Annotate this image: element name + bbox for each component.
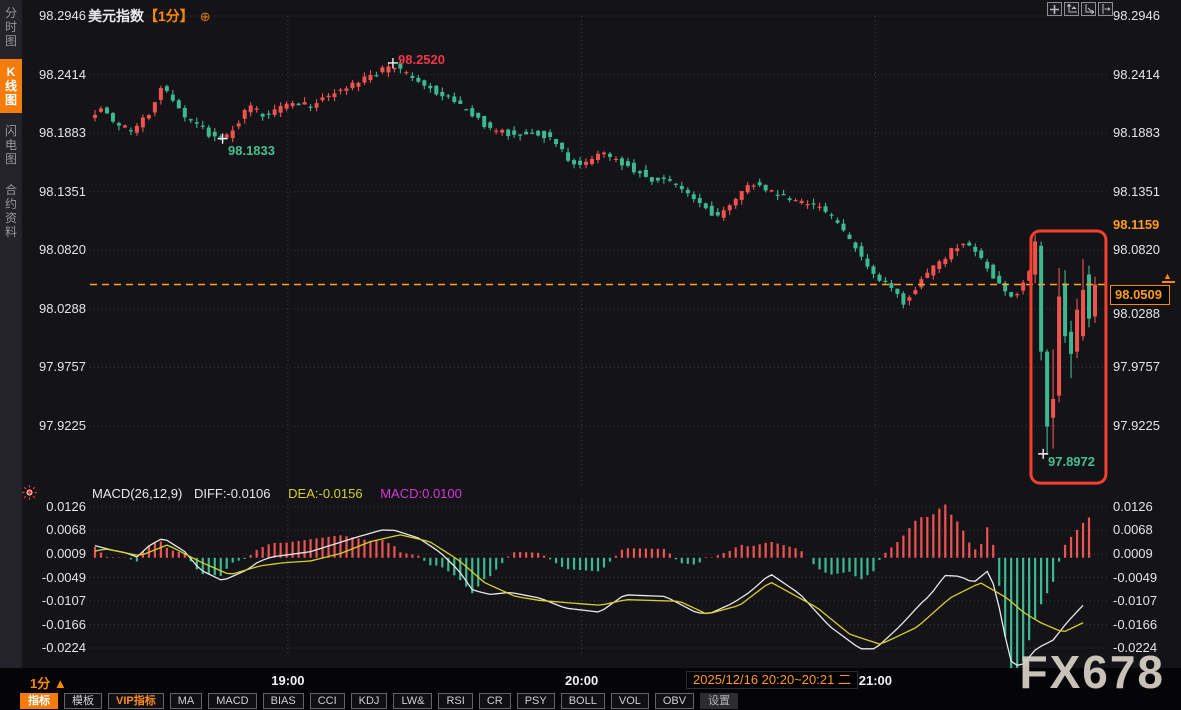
pane-resize-icon[interactable] bbox=[1098, 2, 1113, 16]
toolbar-button-7[interactable]: CCI bbox=[310, 693, 345, 709]
trading-app-window: 分时图 K线图 闪电图 合约资料 美元指数【1分】 ⊕ 98.1159 98.0… bbox=[0, 0, 1181, 710]
macd-axis-label-right: -0.0107 bbox=[1113, 593, 1177, 608]
x-axis-label: 21:00 bbox=[840, 673, 910, 688]
toolbar-button-6[interactable]: BIAS bbox=[263, 693, 304, 709]
macd-axis-label-left: -0.0166 bbox=[28, 617, 86, 632]
y-axis-label-left: 98.0820 bbox=[28, 242, 86, 257]
axis-scale-right-icon[interactable] bbox=[1081, 2, 1096, 16]
sidebar-item-flash-chart[interactable]: 闪电图 bbox=[0, 118, 22, 172]
y-axis-label-left: 98.1883 bbox=[28, 125, 86, 140]
toolbar-button-2[interactable]: 模板 bbox=[64, 693, 102, 709]
y-axis-label-right: 97.9225 bbox=[1113, 418, 1177, 433]
y-axis-label-right: 98.0820 bbox=[1113, 242, 1177, 257]
y-axis-label-left: 97.9757 bbox=[28, 359, 86, 374]
macd-axis-label-right: 0.0009 bbox=[1113, 546, 1177, 561]
toolbar-button-4[interactable]: MA bbox=[170, 693, 203, 709]
macd-axis-label-left: -0.0049 bbox=[28, 570, 86, 585]
y-axis-label-left: 98.0288 bbox=[28, 301, 86, 316]
toolbar-button-16[interactable]: 设置 bbox=[700, 693, 738, 709]
axis-scale-left-icon[interactable] bbox=[1064, 2, 1079, 16]
crosshair-icon[interactable] bbox=[1047, 2, 1062, 16]
toolbar-button-12[interactable]: PSY bbox=[517, 693, 555, 709]
y-axis-label-right: 97.9757 bbox=[1113, 359, 1177, 374]
sidebar-item-timeline-chart[interactable]: 分时图 bbox=[0, 0, 22, 54]
x-axis-row: 1分 ▲ 2025/12/16 20:20~20:21 二 19:00 20:00… bbox=[0, 668, 1181, 692]
y-axis-label-right: 98.2946 bbox=[1113, 8, 1177, 23]
sidebar-item-kline-chart[interactable]: K线图 bbox=[0, 59, 22, 113]
high-price-annotation: 98.2520 bbox=[398, 52, 445, 67]
interval-arrow-icon: ▲ bbox=[54, 676, 67, 691]
y-axis-label-left: 98.2946 bbox=[28, 8, 86, 23]
y-axis-label-right: 98.1883 bbox=[1113, 125, 1177, 140]
extreme-cross-marker bbox=[388, 58, 398, 68]
toolbar-button-15[interactable]: OBV bbox=[655, 693, 694, 709]
macd-axis-label-left: 0.0126 bbox=[28, 499, 86, 514]
macd-axis-label-right: 0.0126 bbox=[1113, 499, 1177, 514]
time-range-badge: 2025/12/16 20:20~20:21 二 bbox=[686, 671, 858, 689]
toolbar-button-10[interactable]: RSI bbox=[438, 693, 472, 709]
chart-canvas[interactable] bbox=[0, 0, 1181, 710]
toolbar-button-3[interactable]: VIP指标 bbox=[108, 693, 164, 709]
toolbar-button-1[interactable]: 指标 bbox=[20, 693, 58, 709]
macd-axis-label-right: -0.0224 bbox=[1113, 640, 1177, 655]
y-axis-label-right: 98.2414 bbox=[1113, 67, 1177, 82]
chart-tool-icons bbox=[1047, 2, 1113, 16]
macd-axis-label-right: 0.0068 bbox=[1113, 522, 1177, 537]
toolbar-button-13[interactable]: BOLL bbox=[561, 693, 605, 709]
macd-histogram-layer bbox=[95, 505, 1089, 677]
y-axis-label-left: 97.9225 bbox=[28, 418, 86, 433]
macd-axis-label-left: -0.0224 bbox=[28, 640, 86, 655]
macd-lines-layer bbox=[95, 530, 1083, 665]
macd-axis-label-left: -0.0107 bbox=[28, 593, 86, 608]
toolbar-button-9[interactable]: LW& bbox=[393, 693, 432, 709]
sidebar-item-contract-info[interactable]: 合约资料 bbox=[0, 177, 22, 245]
interval-indicator[interactable]: 1分 ▲ bbox=[30, 673, 67, 692]
low-price-annotation: 98.1833 bbox=[228, 143, 275, 158]
x-axis-label: 20:00 bbox=[547, 673, 617, 688]
macd-axis-label-left: 0.0009 bbox=[28, 546, 86, 561]
toolbar-button-14[interactable]: VOL bbox=[611, 693, 649, 709]
y-axis-label-right: 98.0288 bbox=[1113, 306, 1177, 321]
y-axis-label-left: 98.1351 bbox=[28, 184, 86, 199]
macd-axis-label-right: -0.0166 bbox=[1113, 617, 1177, 632]
candles-layer bbox=[93, 59, 1097, 454]
y-axis-label-left: 98.2414 bbox=[28, 67, 86, 82]
sidebar: 分时图 K线图 闪电图 合约资料 bbox=[0, 0, 22, 692]
decoration-layer bbox=[90, 58, 1110, 483]
toolbar-button-5[interactable]: MACD bbox=[208, 693, 256, 709]
toolbar-button-8[interactable]: KDJ bbox=[351, 693, 388, 709]
x-axis-label: 19:00 bbox=[253, 673, 323, 688]
macd-axis-label-left: 0.0068 bbox=[28, 522, 86, 537]
y-axis-label-right: 98.1351 bbox=[1113, 184, 1177, 199]
indicator-toolbar: 指标模板 VIP指标 MA MACD BIAS CCI KDJ LW&RSI CR PSY BOLL… bbox=[0, 692, 1181, 710]
macd-axis-label-right: -0.0049 bbox=[1113, 570, 1177, 585]
crash-low-annotation: 97.8972 bbox=[1048, 454, 1095, 469]
add-indicator-icon[interactable]: ⊕ bbox=[200, 9, 211, 24]
macd-diff-line bbox=[95, 530, 1083, 665]
toolbar-button-11[interactable]: CR bbox=[479, 693, 511, 709]
